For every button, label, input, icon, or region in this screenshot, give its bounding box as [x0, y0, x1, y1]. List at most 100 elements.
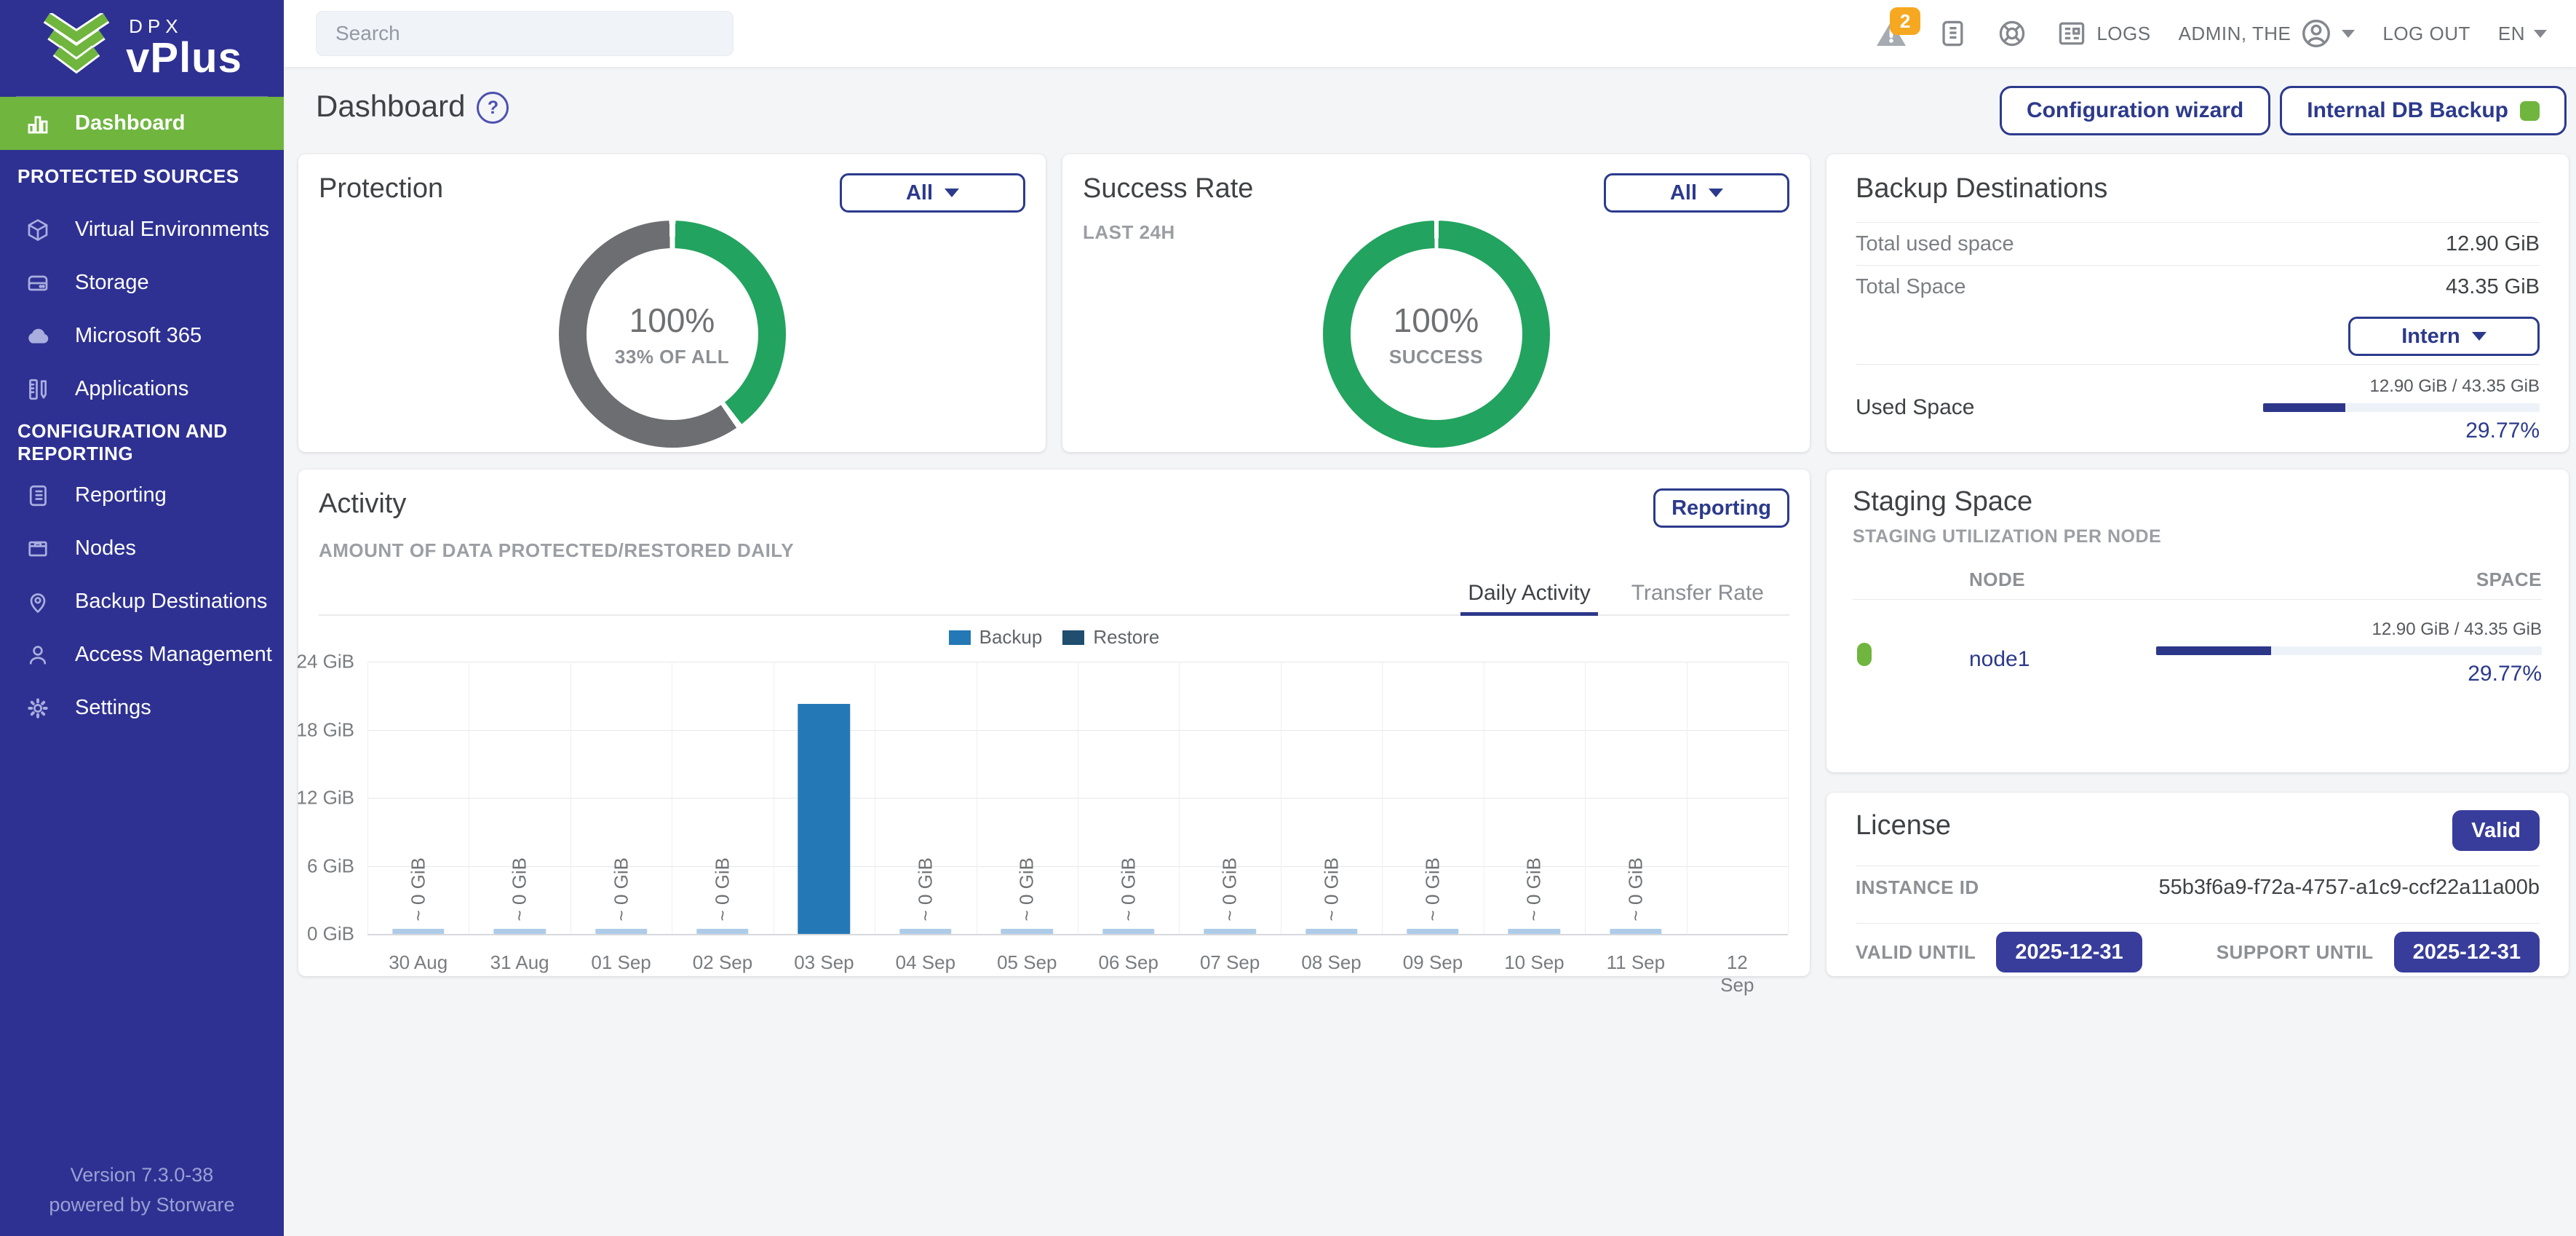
success-rate-donut-chart: 100% SUCCESS [1323, 221, 1550, 448]
bar-value-label: ~ 0 GiB [509, 857, 531, 921]
bar-value-label: ~ 0 GiB [1624, 857, 1647, 921]
x-axis-label: 08 Sep [1301, 951, 1361, 974]
reporting-button[interactable]: Reporting [1653, 488, 1789, 528]
legend-swatch [949, 630, 971, 645]
bar-value-label: ~ 0 GiB [610, 857, 632, 921]
legend-item-restore: Restore [1062, 626, 1159, 649]
license-status-badge: Valid [2452, 810, 2540, 851]
powered-by-text: powered by Storware [0, 1190, 284, 1220]
scroll-icon [1936, 17, 1968, 49]
sidebar-item-microsoft-365[interactable]: Microsoft 365 [0, 309, 284, 363]
logs-label: LOGS [2096, 23, 2150, 45]
internal-db-backup-button[interactable]: Internal DB Backup [2280, 86, 2567, 135]
sidebar-section-protected-sources: PROTECTED SOURCES [0, 150, 284, 203]
backup-bar-09-sep[interactable] [1407, 929, 1458, 934]
sidebar-item-label: Nodes [75, 536, 136, 560]
valid-until-badge: 2025-12-31 [1996, 932, 2142, 972]
tasks-button[interactable] [1936, 17, 1968, 49]
x-axis-label: 31 Aug [490, 951, 549, 974]
backup-bar-02-sep[interactable] [696, 929, 748, 934]
used-space-percent: 29.77% [2465, 419, 2540, 443]
dashboard-icon [24, 110, 52, 138]
used-space-row: Used Space 12.90 GiB / 43.35 GiB 29.77% [1856, 364, 2540, 443]
reporting-icon [24, 482, 52, 510]
logs-button[interactable]: LOGS [2056, 17, 2150, 49]
protection-filter-select[interactable]: All [840, 173, 1025, 213]
backup-bar-06-sep[interactable] [1102, 929, 1154, 934]
logout-button[interactable]: LOG OUT [2382, 23, 2470, 45]
x-axis-label: 01 Sep [591, 951, 651, 974]
used-space-progressbar [2263, 403, 2540, 412]
bar-value-label: ~ 0 GiB [1219, 857, 1241, 921]
sidebar-item-label: Applications [75, 377, 188, 401]
search-input[interactable] [316, 11, 734, 56]
x-axis-label: 06 Sep [1099, 951, 1158, 974]
sidebar-item-dashboard[interactable]: Dashboard [0, 97, 284, 150]
sidebar-item-settings[interactable]: Settings [0, 681, 284, 734]
backup-destination-select[interactable]: Intern [2348, 317, 2540, 356]
activity-bar-chart: 0 GiB6 GiB12 GiB18 GiB24 GiB~ 0 GiB30 Au… [319, 657, 1789, 978]
user-name-label: ADMIN, THE [2179, 23, 2291, 45]
activity-card: Activity Reporting AMOUNT OF DATA PROTEC… [298, 470, 1810, 976]
x-axis-label: 03 Sep [794, 951, 854, 974]
sidebar-item-label: Virtual Environments [75, 218, 269, 242]
sidebar-item-backup-destinations[interactable]: Backup Destinations [0, 575, 284, 628]
alerts-button[interactable]: 2 [1874, 16, 1909, 51]
backup-bar-01-sep[interactable] [595, 929, 647, 934]
sidebar-item-reporting[interactable]: Reporting [0, 469, 284, 522]
nodes-icon [24, 535, 52, 563]
backup-bar-04-sep[interactable] [899, 929, 951, 934]
x-axis-label: 12 Sep [1712, 951, 1762, 997]
language-label: EN [2498, 23, 2525, 45]
node-usage-progressbar [2156, 646, 2542, 655]
backup-bar-31-aug[interactable] [493, 929, 545, 934]
legend-swatch [1062, 630, 1084, 645]
sidebar-item-label: Reporting [75, 483, 167, 507]
success-percent-value: 100% [1394, 301, 1479, 340]
x-axis-label: 11 Sep [1607, 951, 1665, 974]
backup-bar-10-sep[interactable] [1508, 929, 1560, 934]
node-link[interactable]: node1 [1969, 647, 2030, 672]
sidebar-item-virtual-environments[interactable]: Virtual Environments [0, 203, 284, 256]
bar-value-label: ~ 0 GiB [1422, 857, 1444, 921]
sidebar-item-storage[interactable]: Storage [0, 256, 284, 309]
sidebar-section-configuration-and-reporting: CONFIGURATION AND REPORTING [0, 416, 284, 469]
table-divider [1853, 599, 2542, 600]
bar-value-label: ~ 0 GiB [1117, 857, 1140, 921]
sidebar-item-label: Access Management [75, 643, 272, 667]
page-help-icon[interactable]: ? [477, 92, 509, 124]
backup-bar-07-sep[interactable] [1204, 929, 1255, 934]
staging-space-subtitle: STAGING UTILIZATION PER NODE [1853, 526, 2543, 547]
map-pin-icon [24, 588, 52, 616]
sidebar-item-nodes[interactable]: Nodes [0, 522, 284, 575]
success-percent-caption: SUCCESS [1389, 346, 1483, 368]
x-axis-label: 07 Sep [1200, 951, 1260, 974]
sidebar-item-access-management[interactable]: Access Management [0, 628, 284, 681]
main-content: Dashboard ? Configuration wizard Interna… [284, 67, 2576, 1236]
success-rate-title: Success Rate [1083, 173, 1253, 205]
bar-value-label: ~ 0 GiB [1016, 857, 1038, 921]
lifebuoy-icon [1996, 17, 2028, 49]
tab-transfer-rate[interactable]: Transfer Rate [1631, 581, 1764, 616]
backup-bar-08-sep[interactable] [1305, 929, 1357, 934]
success-rate-filter-select[interactable]: All [1604, 173, 1789, 213]
chevron-down-icon [945, 189, 959, 197]
brand-logo[interactable]: DPX vPlus [0, 0, 284, 93]
language-menu[interactable]: EN [2498, 23, 2547, 45]
instance-id-row: INSTANCE ID 55b3f6a9-f72a-4757-a1c9-ccf2… [1856, 866, 2540, 908]
sidebar-item-applications[interactable]: Applications [0, 363, 284, 416]
alerts-count-badge: 2 [1890, 7, 1920, 35]
user-menu[interactable]: ADMIN, THE [2179, 17, 2356, 50]
tab-daily-activity[interactable]: Daily Activity [1468, 581, 1590, 616]
backup-bar-03-sep[interactable] [798, 704, 850, 934]
staging-space-card: Staging Space STAGING UTILIZATION PER NO… [1826, 470, 2569, 772]
help-button[interactable] [1996, 17, 2028, 49]
node-usage-values: 12.90 GiB / 43.35 GiB [2372, 619, 2542, 640]
backup-bar-30-aug[interactable] [392, 929, 444, 934]
user-circle-icon [2299, 17, 2333, 50]
backup-bar-05-sep[interactable] [1001, 929, 1053, 934]
sidebar-item-label: Storage [75, 271, 149, 295]
configuration-wizard-button[interactable]: Configuration wizard [2000, 86, 2270, 135]
bar-value-label: ~ 0 GiB [407, 857, 429, 921]
backup-bar-11-sep[interactable] [1610, 929, 1661, 934]
